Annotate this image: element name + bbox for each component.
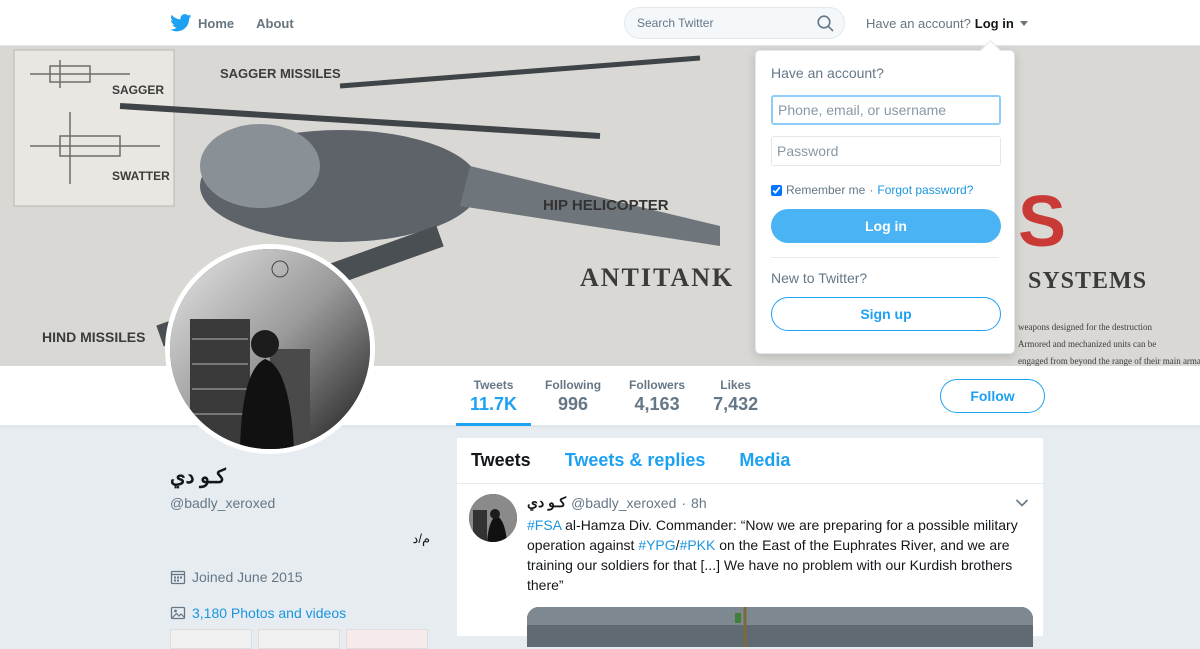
login-dropdown: Have an account? Remember me · Forgot pa…: [755, 50, 1015, 354]
profile-stats: Tweets 11.7K Following 996 Followers 4,1…: [456, 366, 772, 426]
nav-home[interactable]: Home: [170, 14, 234, 32]
tweet-media-image: [527, 607, 1033, 647]
nav-about-label: About: [256, 15, 294, 31]
stat-tweets-label: Tweets: [473, 378, 514, 392]
tweet-author-handle[interactable]: @badly_xeroxed: [571, 495, 676, 511]
caret-down-icon[interactable]: [1019, 20, 1028, 26]
photos-text: 3,180 Photos and videos: [192, 605, 347, 621]
stat-likes[interactable]: Likes 7,432: [699, 366, 772, 426]
stat-tweets-value: 11.7K: [470, 394, 518, 414]
photo-thumbnail[interactable]: [258, 629, 340, 649]
tweet-separator: ·: [681, 494, 687, 511]
banner-label-swatter: SWATTER: [112, 169, 170, 183]
follow-button[interactable]: Follow: [940, 379, 1045, 413]
timeline-tabs: Tweets Tweets & replies Media: [457, 438, 1043, 484]
tweet-time[interactable]: 8h: [691, 495, 707, 511]
dropdown-divider: [771, 257, 999, 258]
new-to-twitter-text: New to Twitter?: [771, 270, 868, 286]
stat-tweets[interactable]: Tweets 11.7K: [456, 366, 532, 426]
tweet-avatar-image: [469, 494, 517, 542]
hashtag-fsa[interactable]: #FSA: [527, 517, 561, 533]
nav-left: Home About: [170, 0, 294, 46]
photo-icon: [170, 606, 186, 620]
timeline: Tweets Tweets & replies Media كـو دي @ba…: [456, 437, 1044, 647]
stat-likes-label: Likes: [720, 378, 751, 392]
profile-name[interactable]: كـو دي: [170, 464, 430, 489]
stat-following[interactable]: Following 996: [531, 366, 615, 426]
banner-label-sagger-missiles: SAGGER MISSILES: [220, 66, 341, 81]
banner-body-1: weapons designed for the destruction: [1018, 322, 1152, 332]
banner-body-3: engaged from beyond the range of their m…: [1018, 356, 1200, 366]
stat-likes-value: 7,432: [713, 394, 759, 414]
profile-avatar[interactable]: [165, 244, 375, 454]
stat-followers-label: Followers: [629, 378, 686, 392]
photos-link[interactable]: 3,180 Photos and videos: [170, 605, 430, 621]
remember-row: Remember me · Forgot password?: [771, 183, 999, 197]
password-field[interactable]: [771, 136, 1001, 166]
tab-media[interactable]: Media: [739, 450, 790, 471]
tab-tweets-replies[interactable]: Tweets & replies: [565, 450, 706, 471]
stat-following-label: Following: [545, 378, 602, 392]
banner-body-2: Armored and mechanized units can be: [1018, 339, 1156, 349]
search-box: [624, 7, 845, 39]
banner-label-antitank: ANTITANK: [580, 263, 734, 292]
banner-label-s: S: [1018, 182, 1066, 262]
banner-label-hind: HIND MISSILES: [42, 329, 145, 345]
joined-text: Joined June 2015: [192, 569, 303, 585]
calendar-icon: [170, 570, 186, 585]
joined-date: Joined June 2015: [170, 569, 430, 585]
hashtag-ypg[interactable]: #YPG: [638, 537, 675, 553]
remember-me-checkbox[interactable]: [771, 184, 782, 196]
banner-label-hip: HIP HELICOPTER: [543, 197, 669, 214]
banner-label-sagger: SAGGER: [112, 83, 164, 97]
top-navigation-bar: Home About Have an account? Log in: [0, 0, 1200, 46]
stat-following-value: 996: [558, 394, 589, 414]
avatar-image: [170, 249, 370, 449]
photo-thumbnail[interactable]: [170, 629, 252, 649]
hashtag-pkk[interactable]: #PKK: [680, 537, 716, 553]
stat-followers-value: 4,163: [634, 394, 680, 414]
signup-button[interactable]: Sign up: [771, 297, 1001, 331]
nav-about[interactable]: About: [256, 16, 294, 31]
tab-tweets[interactable]: Tweets: [471, 450, 531, 471]
stat-followers[interactable]: Followers 4,163: [615, 366, 699, 426]
login-dropdown-toggle[interactable]: Log in: [975, 16, 1014, 31]
dropdown-title: Have an account?: [771, 65, 884, 81]
profile-bio: م/د: [412, 531, 430, 546]
username-field[interactable]: [771, 95, 1001, 125]
have-account-text: Have an account?: [866, 15, 971, 31]
photo-thumbnail[interactable]: [346, 629, 428, 649]
tweet[interactable]: كـو دي @badly_xeroxed · 8h #FSA al-Hamza…: [457, 484, 1043, 647]
tweet-avatar[interactable]: [469, 494, 517, 542]
account-area: Have an account? Log in: [866, 0, 1028, 46]
tweet-text: #FSA al-Hamza Div. Commander: “Now we ar…: [527, 515, 1037, 595]
photo-thumbnails: [170, 629, 430, 649]
nav-home-label: Home: [198, 15, 235, 31]
login-button[interactable]: Log in: [771, 209, 1001, 243]
search-input[interactable]: [637, 16, 807, 30]
tweet-media[interactable]: [527, 607, 1033, 647]
banner-label-systems: SYSTEMS: [1028, 268, 1147, 294]
chevron-down-icon[interactable]: [1015, 498, 1029, 508]
search-icon[interactable]: [817, 15, 834, 32]
remember-separator: ·: [869, 183, 874, 197]
tweet-header: كـو دي @badly_xeroxed · 8h: [527, 494, 1031, 511]
forgot-password-link[interactable]: Forgot password?: [877, 183, 973, 197]
tweet-author-name[interactable]: كـو دي: [527, 494, 566, 511]
twitter-bird-icon: [170, 14, 192, 32]
profile-handle: @badly_xeroxed: [170, 495, 276, 511]
remember-me-label[interactable]: Remember me: [786, 183, 865, 197]
profile-sidebar: كـو دي @badly_xeroxed م/د Joined June 20…: [170, 464, 430, 649]
